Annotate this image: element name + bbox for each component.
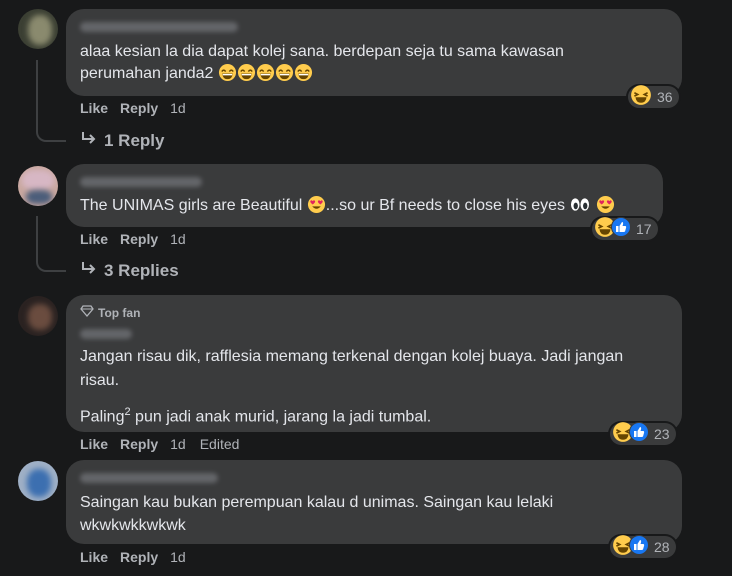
comment-text: The UNIMAS girls are Beautiful ...so ur … xyxy=(80,195,615,217)
thread-connector xyxy=(36,60,66,142)
reaction-count: 28 xyxy=(654,539,670,555)
comment-bubble: Saingan kau bukan perempuan kalau d unim… xyxy=(66,460,682,544)
laughing-emoji-icon xyxy=(218,63,313,82)
reaction-count: 23 xyxy=(654,426,670,442)
like-reaction-icon xyxy=(611,216,631,242)
like-reaction-icon xyxy=(629,421,649,447)
like-button[interactable]: Like xyxy=(80,436,108,452)
author-name[interactable] xyxy=(80,329,132,339)
author-name[interactable] xyxy=(80,473,218,483)
replies-label: 1 Reply xyxy=(104,130,165,150)
comment-bubble: Top fan Jangan risau dik, rafflesia mema… xyxy=(66,295,682,432)
reaction-summary[interactable]: 23 xyxy=(610,421,676,447)
reaction-count: 17 xyxy=(636,221,652,237)
haha-reaction-icon xyxy=(630,84,652,111)
reply-button[interactable]: Reply xyxy=(120,231,158,247)
heart-eyes-emoji-icon xyxy=(596,195,615,214)
thread-connector xyxy=(36,216,66,272)
like-button[interactable]: Like xyxy=(80,549,108,565)
replies-label: 3 Replies xyxy=(104,260,179,280)
timestamp[interactable]: 1d xyxy=(170,100,186,116)
reply-arrow-icon xyxy=(80,260,98,281)
edited-label: Edited xyxy=(199,436,240,452)
timestamp[interactable]: 1d xyxy=(170,231,186,247)
diamond-icon xyxy=(80,305,94,320)
view-replies-button[interactable]: 1 Reply xyxy=(80,130,164,151)
top-fan-badge[interactable]: Top fan xyxy=(80,305,140,320)
reply-arrow-icon xyxy=(80,130,98,151)
reply-button[interactable]: Reply xyxy=(120,549,158,565)
comment-actions: Like Reply 1d xyxy=(80,100,200,116)
comment-text-paragraph: Paling2 pun jadi anak murid, jarang la j… xyxy=(80,406,432,426)
reply-button[interactable]: Reply xyxy=(120,436,158,452)
avatar[interactable] xyxy=(18,296,58,336)
avatar[interactable] xyxy=(18,9,58,49)
comment-text: Saingan kau bukan perempuan kalau d unim… xyxy=(80,494,554,534)
comment-bubble: The UNIMAS girls are Beautiful ...so ur … xyxy=(66,164,663,227)
comment-text: alaa kesian la dia dapat kolej sana. ber… xyxy=(80,43,564,82)
avatar[interactable] xyxy=(18,461,58,501)
comment-actions: Like Reply 1d Edited xyxy=(80,436,239,452)
eyes-emoji-icon xyxy=(569,197,591,214)
like-reaction-icon xyxy=(629,534,649,560)
like-button[interactable]: Like xyxy=(80,231,108,247)
comment-actions: Like Reply 1d xyxy=(80,549,200,565)
reaction-summary[interactable]: 17 xyxy=(592,216,658,242)
like-button[interactable]: Like xyxy=(80,100,108,116)
author-name[interactable] xyxy=(80,22,238,32)
heart-eyes-emoji-icon xyxy=(307,195,326,214)
comment-actions: Like Reply 1d xyxy=(80,231,200,247)
reaction-count: 36 xyxy=(657,89,673,105)
author-name[interactable] xyxy=(80,177,202,187)
avatar[interactable] xyxy=(18,166,58,206)
timestamp[interactable]: 1d xyxy=(170,436,186,452)
timestamp[interactable]: 1d xyxy=(170,549,186,565)
reply-button[interactable]: Reply xyxy=(120,100,158,116)
comment-bubble: alaa kesian la dia dapat kolej sana. ber… xyxy=(66,9,682,96)
reaction-summary[interactable]: 28 xyxy=(610,534,676,560)
comment-text: Jangan risau dik, rafflesia memang terke… xyxy=(80,348,624,389)
reaction-summary[interactable]: 36 xyxy=(628,84,679,111)
view-replies-button[interactable]: 3 Replies xyxy=(80,260,179,281)
